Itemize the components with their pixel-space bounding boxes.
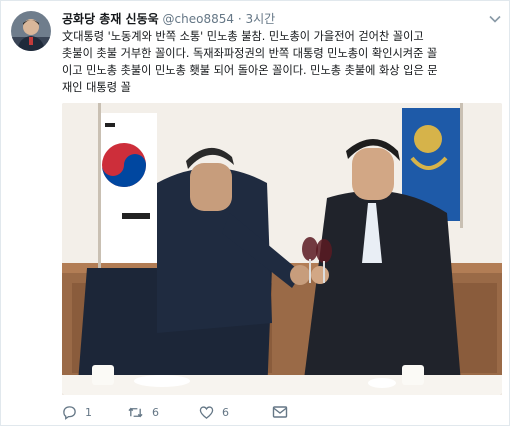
tweet-header: 공화당 총재 신동욱 @cheo8854 · 3시간 bbox=[62, 10, 275, 28]
like-count: 6 bbox=[222, 405, 229, 419]
tweet-text-line: 재인 대통령 꼴 bbox=[62, 81, 131, 94]
user-handle[interactable]: @cheo8854 bbox=[163, 12, 234, 26]
tweet-text-line: 촛불이 촛불 거부한 꼴이다. 독재좌파정권의 반쪽 대통령 민노총이 확인시켜… bbox=[62, 47, 438, 60]
direct-message-button[interactable] bbox=[272, 403, 288, 421]
display-name[interactable]: 공화당 총재 신동욱 bbox=[62, 12, 159, 26]
tweet-text-line: 이고 민노총 촛불이 민노총 횃불 되어 돌아온 꼴이다. 민노총 촛불에 화상… bbox=[62, 64, 438, 77]
like-button[interactable]: 6 bbox=[199, 403, 229, 421]
header-separator: · bbox=[237, 12, 242, 26]
tweet-text: 文대통령 '노동계와 반쪽 소통' 민노총 불참. 민노총이 가을전어 걷어찬 … bbox=[62, 28, 502, 96]
reply-icon bbox=[62, 405, 77, 420]
tweet-text-line: 文대통령 '노동계와 반쪽 소통' 민노총 불참. 민노총이 가을전어 걷어찬 … bbox=[62, 30, 424, 43]
reply-button[interactable]: 1 bbox=[62, 403, 92, 421]
retweet-count: 6 bbox=[152, 405, 159, 419]
tweet-actions: 1 6 6 bbox=[62, 403, 362, 421]
reply-count: 1 bbox=[85, 405, 92, 419]
retweet-icon bbox=[127, 405, 144, 420]
retweet-button[interactable]: 6 bbox=[127, 403, 159, 421]
chevron-down-icon[interactable] bbox=[488, 11, 502, 25]
tweet-photo[interactable] bbox=[62, 103, 502, 395]
tweet-timestamp[interactable]: 3시간 bbox=[245, 12, 275, 26]
avatar[interactable] bbox=[11, 11, 51, 51]
heart-icon bbox=[199, 405, 214, 420]
envelope-icon bbox=[272, 405, 288, 419]
